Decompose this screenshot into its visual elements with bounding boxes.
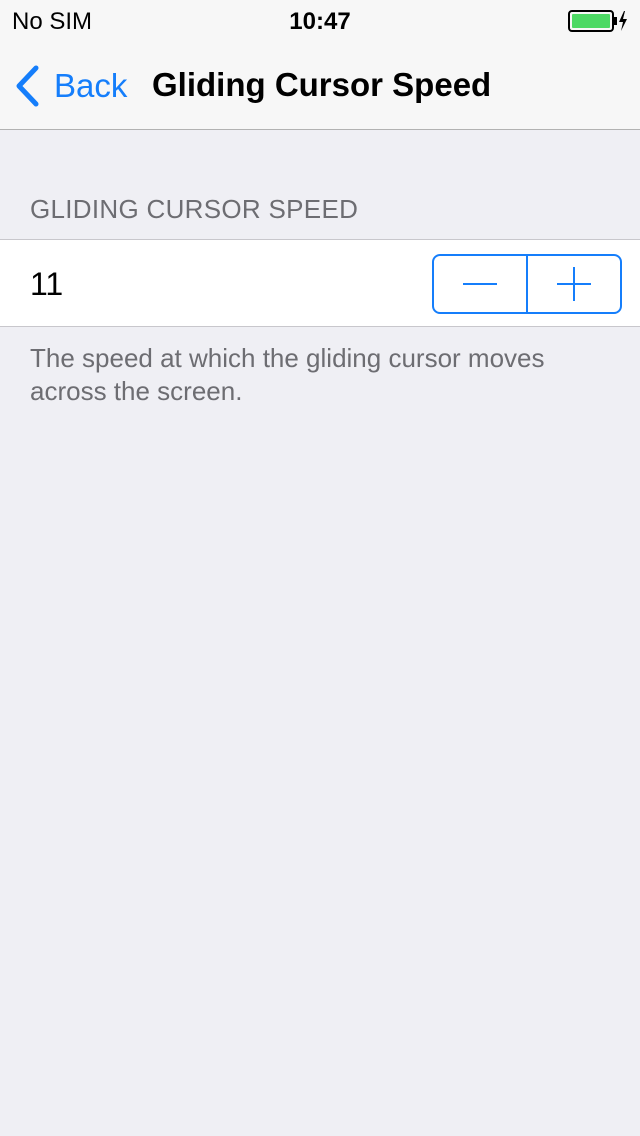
plus-icon [557,267,591,301]
navigation-bar: Back Gliding Cursor Speed [0,40,640,130]
minus-icon [463,283,497,285]
speed-stepper[interactable] [432,254,622,314]
decrement-button[interactable] [434,256,526,312]
battery-charging-icon [568,10,628,32]
clock: 10:47 [289,8,351,35]
speed-cell: 11 [0,239,640,327]
status-bar: No SIM 10:47 [0,0,640,40]
speed-value: 11 [30,266,64,302]
chevron-left-icon [16,65,39,107]
section-header: GLIDING CURSOR SPEED [30,194,359,224]
increment-button[interactable] [528,256,620,312]
back-button-label: Back [54,67,128,104]
back-button[interactable]: Back [14,64,127,108]
section-footer: The speed at which the gliding cursor mo… [30,343,545,406]
page-title: Gliding Cursor Speed [152,66,492,103]
